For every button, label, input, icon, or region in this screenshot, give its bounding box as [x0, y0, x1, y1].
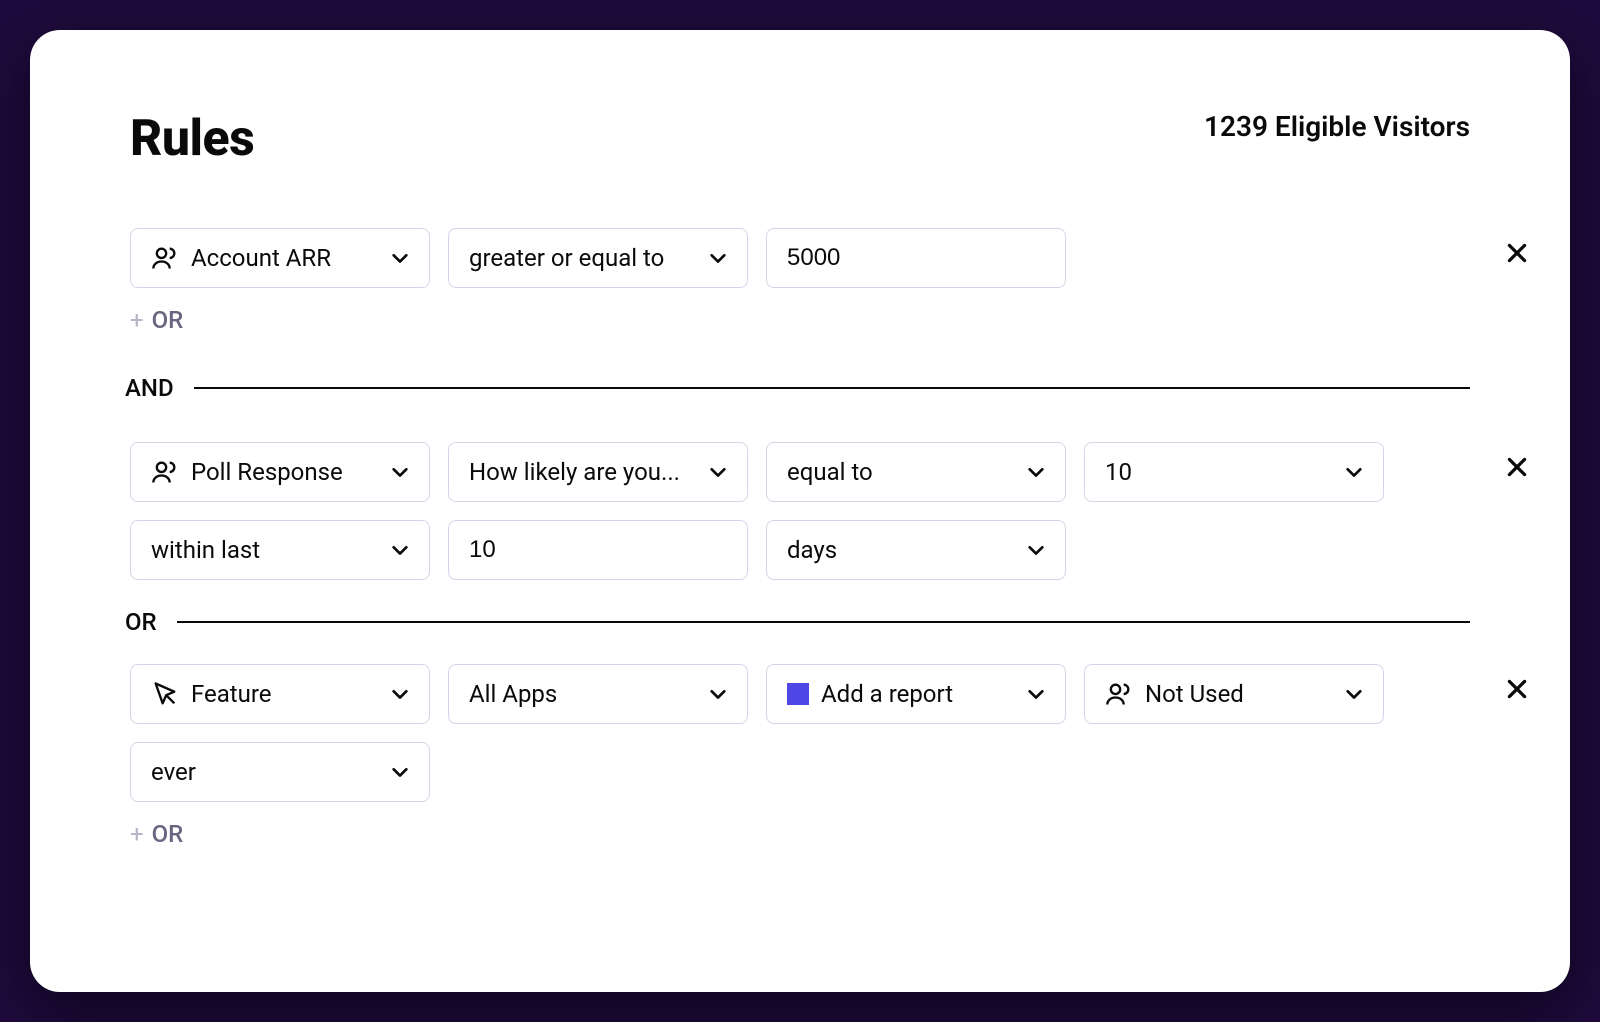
- remove-rule-button[interactable]: [1504, 676, 1530, 702]
- chevron-down-icon: [709, 687, 727, 701]
- chevron-down-icon: [1027, 543, 1045, 557]
- rule-row: Feature All Apps Add a report Not Used: [130, 664, 1470, 724]
- duration-input-field[interactable]: [469, 536, 727, 564]
- field-label: greater or equal to: [469, 244, 697, 272]
- add-or-button[interactable]: + OR: [130, 820, 1470, 848]
- chevron-down-icon: [391, 687, 409, 701]
- field-label: Not Used: [1145, 680, 1333, 708]
- field-label: ever: [151, 758, 379, 786]
- operator-select[interactable]: equal to: [766, 442, 1066, 502]
- chevron-down-icon: [1027, 687, 1045, 701]
- people-icon: [151, 244, 179, 272]
- field-label: Poll Response: [191, 458, 379, 486]
- and-separator: AND: [125, 374, 1470, 402]
- rule-block-3: Feature All Apps Add a report Not Used: [130, 664, 1470, 848]
- rule-row: Account ARR greater or equal to: [130, 228, 1470, 288]
- timeframe-select[interactable]: ever: [130, 742, 430, 802]
- field-label: Feature: [191, 680, 379, 708]
- attribute-select[interactable]: Poll Response: [130, 442, 430, 502]
- chevron-down-icon: [391, 765, 409, 779]
- plus-icon: +: [130, 820, 144, 848]
- attribute-select[interactable]: Account ARR: [130, 228, 430, 288]
- operator-select[interactable]: greater or equal to: [448, 228, 748, 288]
- remove-rule-button[interactable]: [1504, 240, 1530, 266]
- rule-block-2: Poll Response How likely are you... equa…: [130, 442, 1470, 580]
- field-label: equal to: [787, 458, 1015, 486]
- rule-row: within last days: [130, 520, 1470, 580]
- field-label: days: [787, 536, 1015, 564]
- remove-rule-button[interactable]: [1504, 454, 1530, 480]
- poll-select[interactable]: How likely are you...: [448, 442, 748, 502]
- value-input[interactable]: [766, 228, 1066, 288]
- chevron-down-icon: [391, 543, 409, 557]
- timeframe-select[interactable]: within last: [130, 520, 430, 580]
- chevron-down-icon: [391, 465, 409, 479]
- field-label: How likely are you...: [469, 458, 697, 486]
- rules-card: Rules 1239 Eligible Visitors Account ARR…: [30, 30, 1570, 992]
- field-label: All Apps: [469, 680, 697, 708]
- page-title: Rules: [130, 110, 254, 168]
- attribute-select[interactable]: Feature: [130, 664, 430, 724]
- chevron-down-icon: [1027, 465, 1045, 479]
- chevron-down-icon: [709, 251, 727, 265]
- feature-select[interactable]: Add a report: [766, 664, 1066, 724]
- field-label: within last: [151, 536, 379, 564]
- chevron-down-icon: [391, 251, 409, 265]
- rule-row: ever: [130, 742, 1470, 802]
- add-or-label: OR: [152, 820, 184, 848]
- add-or-label: OR: [152, 306, 184, 334]
- people-icon: [1105, 680, 1133, 708]
- chevron-down-icon: [1345, 687, 1363, 701]
- add-or-button[interactable]: + OR: [130, 306, 1470, 334]
- or-separator: OR: [125, 608, 1470, 636]
- separator-label: AND: [125, 374, 174, 402]
- separator-line: [194, 387, 1470, 390]
- rule-block-1: Account ARR greater or equal to + OR: [130, 228, 1470, 334]
- plus-icon: +: [130, 306, 144, 334]
- cursor-icon: [151, 680, 179, 708]
- field-label: Add a report: [821, 680, 1015, 708]
- app-select[interactable]: All Apps: [448, 664, 748, 724]
- field-label: Account ARR: [191, 244, 379, 272]
- eligible-visitors-count: 1239 Eligible Visitors: [1204, 110, 1470, 143]
- duration-input[interactable]: [448, 520, 748, 580]
- usage-select[interactable]: Not Used: [1084, 664, 1384, 724]
- value-input-field[interactable]: [787, 244, 1045, 272]
- field-label: 10: [1105, 458, 1333, 486]
- unit-select[interactable]: days: [766, 520, 1066, 580]
- rule-row: Poll Response How likely are you... equa…: [130, 442, 1470, 502]
- chevron-down-icon: [709, 465, 727, 479]
- people-icon: [151, 458, 179, 486]
- chevron-down-icon: [1345, 465, 1363, 479]
- separator-line: [177, 621, 1470, 624]
- color-swatch: [787, 683, 809, 705]
- separator-label: OR: [125, 608, 157, 636]
- value-select[interactable]: 10: [1084, 442, 1384, 502]
- header: Rules 1239 Eligible Visitors: [130, 110, 1470, 168]
